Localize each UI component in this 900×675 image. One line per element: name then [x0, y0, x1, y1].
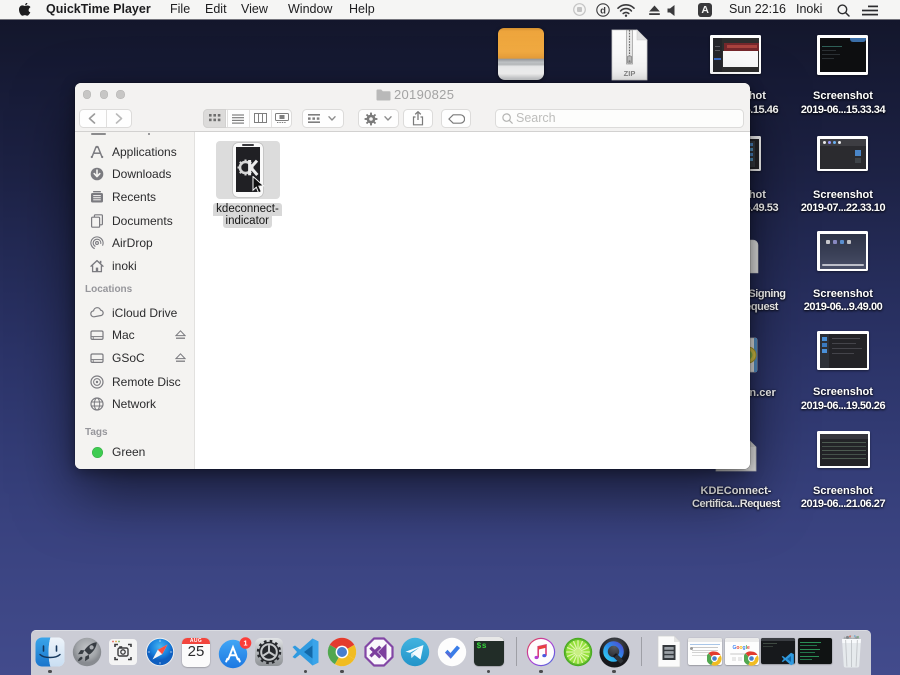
svg-text:ZIP: ZIP [624, 69, 636, 78]
svg-text:1: 1 [243, 638, 247, 647]
svg-text:d: d [600, 5, 606, 16]
